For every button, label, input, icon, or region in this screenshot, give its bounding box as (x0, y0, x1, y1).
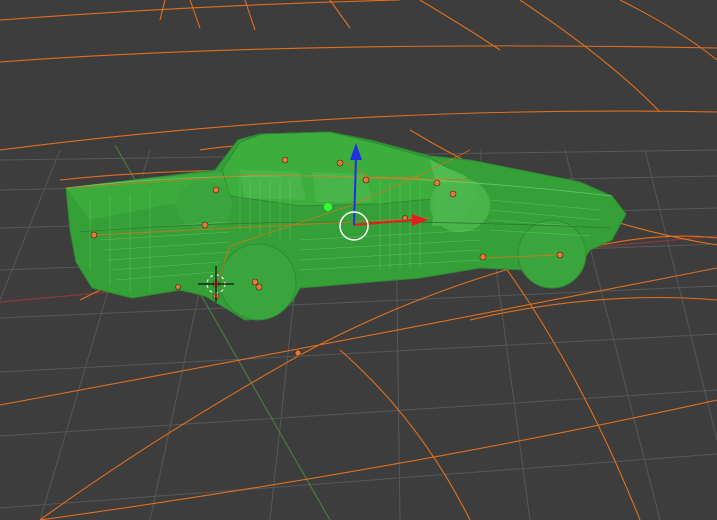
control-point[interactable] (281, 156, 289, 164)
car-model[interactable] (65, 131, 627, 321)
control-point[interactable] (255, 283, 263, 291)
3d-viewport[interactable] (0, 0, 717, 520)
control-point[interactable] (449, 190, 457, 198)
control-point[interactable] (212, 186, 220, 194)
control-point[interactable] (433, 179, 441, 187)
control-point[interactable] (251, 278, 259, 286)
control-point[interactable] (336, 159, 344, 167)
control-point[interactable] (90, 231, 98, 239)
wheel-rear-right[interactable] (517, 219, 587, 289)
control-point[interactable] (175, 284, 181, 290)
wheel-rear-inner (430, 178, 490, 232)
control-point[interactable] (294, 349, 302, 357)
control-point[interactable] (556, 251, 564, 259)
control-point[interactable] (362, 176, 370, 184)
control-point[interactable] (201, 221, 209, 229)
object-origin[interactable] (324, 203, 332, 211)
control-point[interactable] (479, 253, 487, 261)
viewport-canvas[interactable] (0, 0, 717, 520)
wheel-front-inner (176, 181, 232, 229)
